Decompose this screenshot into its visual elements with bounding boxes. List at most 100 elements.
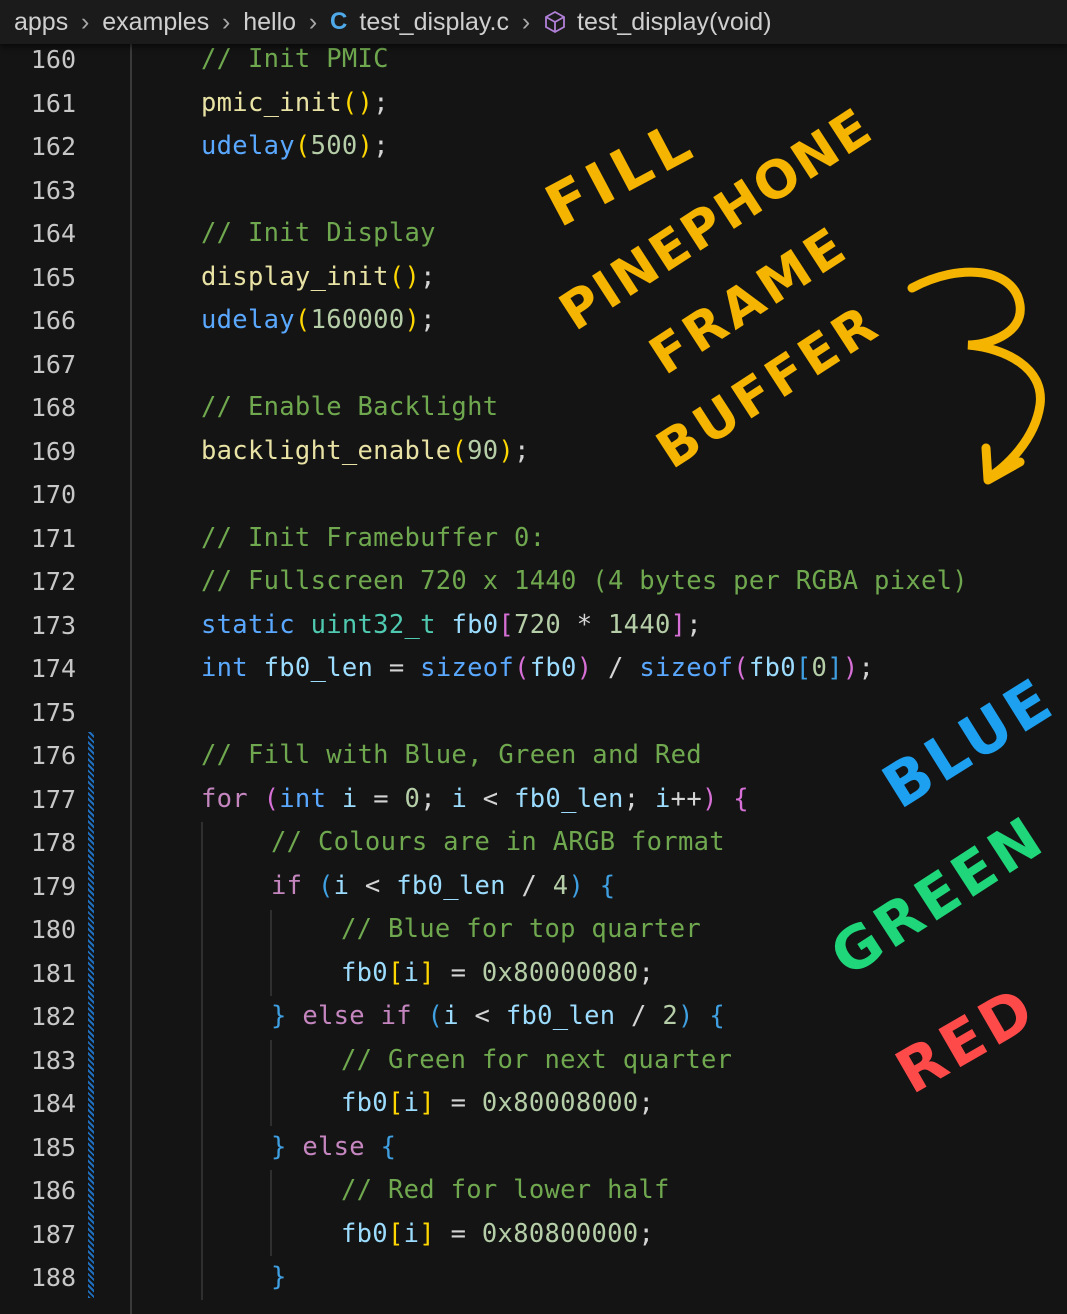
code-token: ) — [576, 653, 593, 683]
code-token: { — [733, 783, 749, 814]
breadcrumb-item-apps[interactable]: apps — [14, 8, 68, 37]
code-token: [ — [387, 1218, 404, 1249]
code-line[interactable]: backlight_enable(90); — [201, 438, 530, 465]
code-line[interactable]: display_init(); — [201, 261, 436, 292]
code-line[interactable]: if (i < fb0_len / 4) { — [271, 870, 616, 901]
code-token: fb0 — [748, 653, 796, 683]
code-token: 0x80008000 — [481, 1088, 639, 1118]
line-number: 163 — [30, 175, 76, 205]
code-token: fb0_len — [396, 870, 506, 901]
code-token: static — [201, 609, 295, 640]
breadcrumb-item-symbol[interactable]: test_display(void) — [577, 8, 772, 37]
line-number: 175 — [30, 697, 76, 727]
chevron-right-icon: › — [521, 7, 531, 36]
line-number: 185 — [30, 1132, 76, 1162]
code-line[interactable]: } else { — [271, 1131, 396, 1162]
code-token: ] — [670, 609, 687, 640]
line-number: 177 — [30, 784, 76, 814]
code-token: < — [467, 783, 515, 814]
line-number: 162 — [30, 132, 76, 161]
code-token: ] — [419, 1218, 435, 1249]
code-token: i — [333, 870, 350, 901]
code-token: 0 — [811, 653, 828, 683]
indent-guide — [201, 822, 203, 1300]
code-line[interactable]: udelay(500); — [201, 131, 389, 161]
line-number: 166 — [30, 306, 76, 335]
code-line[interactable]: // Init PMIC — [201, 44, 389, 74]
code-token: // Init PMIC — [201, 44, 389, 74]
code-token: // Fill with Blue, Green and Red — [201, 740, 702, 770]
code-token: ; — [686, 609, 702, 640]
arrowhead-icon — [981, 443, 1025, 485]
code-line[interactable]: // Red for lower half — [341, 1177, 670, 1204]
code-line[interactable]: fb0[i] = 0x80000080; — [341, 957, 654, 988]
annotation-fill-pinephone-frame-buffer: FILL PINEPHONE FRAME BUFFER — [535, 97, 1045, 485]
code-token: ; — [373, 131, 389, 161]
code-token: fb0_len — [514, 783, 624, 814]
code-token: ) — [357, 131, 374, 161]
line-number: 171 — [30, 523, 76, 553]
code-line[interactable]: pmic_init(); — [201, 87, 389, 118]
code-token: fb0 — [341, 957, 388, 988]
code-token: ) — [357, 87, 374, 118]
code-token: = — [434, 957, 482, 988]
breadcrumb-item-file[interactable]: test_display.c — [359, 8, 509, 37]
code-line[interactable]: // Fill with Blue, Green and Red — [201, 740, 702, 770]
code-line[interactable]: fb0[i] = 0x80800000; — [341, 1218, 655, 1249]
line-number: 179 — [30, 871, 76, 901]
breadcrumb-item-hello[interactable]: hello — [243, 8, 296, 37]
code-token: ; — [373, 87, 389, 118]
code-line[interactable]: // Fullscreen 720 x 1440 (4 bytes per RG… — [201, 568, 968, 595]
code-token: ( — [427, 1001, 444, 1031]
code-token: ; — [638, 1218, 655, 1249]
method-cube-icon — [545, 10, 565, 34]
code-line[interactable]: // Init Display — [201, 220, 436, 247]
line-number: 186 — [30, 1176, 76, 1205]
code-line[interactable]: // Blue for top quarter — [341, 916, 701, 943]
code-token: ) — [678, 1001, 694, 1031]
code-token: else if — [302, 1001, 412, 1031]
code-token: udelay — [201, 131, 295, 161]
line-number: 180 — [30, 915, 76, 944]
line-number: 181 — [30, 958, 76, 988]
code-line[interactable]: } — [271, 1264, 287, 1291]
code-token: ( — [294, 131, 311, 161]
code-token: { — [599, 870, 616, 901]
code-token: = — [357, 783, 405, 814]
code-line[interactable]: static uint32_t fb0[720 * 1440]; — [201, 609, 702, 640]
code-token: ; — [420, 261, 436, 292]
code-line[interactable]: udelay(160000); — [201, 305, 436, 335]
annotation-red: RED — [885, 973, 1049, 1108]
code-token: ) — [842, 653, 859, 683]
line-number: 161 — [30, 88, 76, 118]
code-line[interactable]: // Init Framebuffer 0: — [201, 525, 545, 552]
code-token: ( — [263, 783, 280, 814]
code-line[interactable]: // Enable Backlight — [201, 394, 498, 421]
code-line[interactable]: fb0[i] = 0x80008000; — [341, 1088, 654, 1118]
chevron-right-icon: › — [222, 7, 231, 36]
code-line[interactable]: } else if (i < fb0_len / 2) { — [271, 1001, 725, 1031]
code-token: = — [373, 653, 421, 683]
code-token: i — [443, 1001, 459, 1031]
code-token: 500 — [310, 131, 358, 161]
code-token: * — [561, 609, 609, 640]
code-token: uint32_t — [310, 609, 436, 640]
code-token: ; — [420, 783, 452, 814]
code-token: udelay — [201, 305, 295, 335]
code-token: ( — [317, 870, 334, 901]
line-number: 187 — [30, 1219, 76, 1249]
code-token: int — [279, 783, 327, 814]
arrow-icon — [907, 267, 1045, 483]
code-line[interactable]: int fb0_len = sizeof(fb0) / sizeof(fb0[0… — [201, 653, 874, 683]
breadcrumb-item-examples[interactable]: examples — [102, 8, 209, 37]
code-line[interactable]: // Colours are in ARGB format — [271, 829, 725, 856]
code-token: // Green for next quarter — [341, 1044, 733, 1075]
git-modified-indicator[interactable] — [88, 732, 94, 1298]
code-token: else — [302, 1131, 365, 1162]
code-line[interactable]: for (int i = 0; i < fb0_len; i++) { — [201, 783, 749, 814]
code-line[interactable]: // Green for next quarter — [341, 1044, 733, 1075]
